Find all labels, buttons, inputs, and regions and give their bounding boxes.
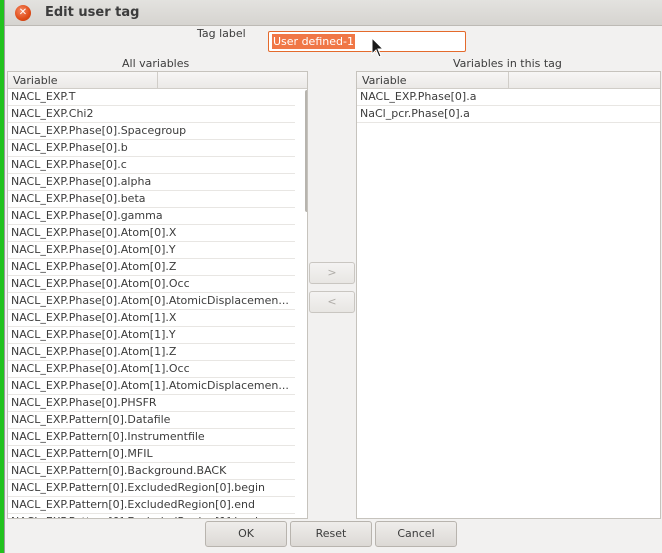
variable-row[interactable]: NACL_EXP.Phase[0].Atom[1].X [8, 310, 295, 327]
tag-variables-list[interactable]: Variable NACL_EXP.Phase[0].a NaCl_pcr.Pha… [356, 71, 661, 519]
variable-row[interactable]: NACL_EXP.Pattern[0].ExcludedRegion[1].be… [8, 514, 295, 518]
variable-row[interactable]: NACL_EXP.Pattern[0].MFIL [8, 446, 295, 463]
extra-column-header [158, 72, 307, 88]
all-variables-heading: All variables [122, 57, 190, 70]
ok-button[interactable]: OK [205, 521, 287, 547]
variable-row[interactable]: NACL_EXP.Phase[0].Atom[0].Z [8, 259, 295, 276]
tag-label-input[interactable]: User defined-1 [268, 31, 466, 52]
reset-button[interactable]: Reset [290, 521, 372, 547]
variable-row[interactable]: NACL_EXP.Pattern[0].Instrumentfile [8, 429, 295, 446]
variable-row[interactable]: NACL_EXP.Phase[0].Spacegroup [8, 123, 295, 140]
variable-row[interactable]: NACL_EXP.Phase[0].Atom[1].Occ [8, 361, 295, 378]
variable-row[interactable]: NACL_EXP.Phase[0].Atom[0].Y [8, 242, 295, 259]
variable-row[interactable]: NaCl_pcr.Phase[0].a [357, 106, 660, 123]
extra-column-header [509, 72, 660, 88]
mouse-cursor-icon [371, 37, 385, 58]
close-icon[interactable]: ✕ [15, 5, 31, 21]
edit-user-tag-dialog: ✕ Edit user tag Tag label User defined-1… [4, 0, 662, 553]
variable-row[interactable]: NACL_EXP.Pattern[0].Background.BACK [8, 463, 295, 480]
cancel-button[interactable]: Cancel [375, 521, 457, 547]
tag-label-caption: Tag label [197, 27, 246, 40]
tag-variables-header: Variable [357, 72, 660, 89]
variable-row[interactable]: NACL_EXP.Phase[0].Atom[1].Y [8, 327, 295, 344]
all-variables-header: Variable [8, 72, 307, 89]
variable-row[interactable]: NACL_EXP.T [8, 89, 295, 106]
variable-row[interactable]: NACL_EXP.Phase[0].alpha [8, 174, 295, 191]
variable-row[interactable]: NACL_EXP.Phase[0].a [357, 89, 660, 106]
tag-variables-heading: Variables in this tag [453, 57, 562, 70]
variable-row[interactable]: NACL_EXP.Phase[0].Atom[1].Z [8, 344, 295, 361]
all-variables-list[interactable]: Variable NACL_EXP.T NACL_EXP.Chi2 NACL_EXP… [7, 71, 308, 519]
variable-row[interactable]: NACL_EXP.Phase[0].Atom[0].X [8, 225, 295, 242]
variable-row[interactable]: NACL_EXP.Pattern[0].ExcludedRegion[0].en… [8, 497, 295, 514]
add-to-tag-button[interactable]: > [309, 262, 355, 284]
variable-row[interactable]: NACL_EXP.Phase[0].PHSFR [8, 395, 295, 412]
variable-row[interactable]: NACL_EXP.Pattern[0].Datafile [8, 412, 295, 429]
variable-row[interactable]: NACL_EXP.Pattern[0].ExcludedRegion[0].be… [8, 480, 295, 497]
remove-from-tag-button[interactable]: < [309, 291, 355, 313]
variable-row[interactable]: NACL_EXP.Phase[0].beta [8, 191, 295, 208]
variable-row[interactable]: NACL_EXP.Phase[0].Atom[1].AtomicDisplace… [8, 378, 295, 395]
variable-column-header[interactable]: Variable [357, 72, 509, 88]
variable-row[interactable]: NACL_EXP.Phase[0].b [8, 140, 295, 157]
variable-row[interactable]: NACL_EXP.Phase[0].Atom[0].AtomicDisplace… [8, 293, 295, 310]
variable-column-header[interactable]: Variable [8, 72, 158, 88]
title-bar: ✕ Edit user tag [5, 0, 662, 26]
variable-row[interactable]: NACL_EXP.Phase[0].c [8, 157, 295, 174]
variable-row[interactable]: NACL_EXP.Chi2 [8, 106, 295, 123]
vertical-scrollbar[interactable] [305, 90, 307, 212]
tag-label-value: User defined-1 [272, 34, 355, 49]
variable-row[interactable]: NACL_EXP.Phase[0].Atom[0].Occ [8, 276, 295, 293]
variable-row[interactable]: NACL_EXP.Phase[0].gamma [8, 208, 295, 225]
dialog-title: Edit user tag [45, 5, 140, 20]
